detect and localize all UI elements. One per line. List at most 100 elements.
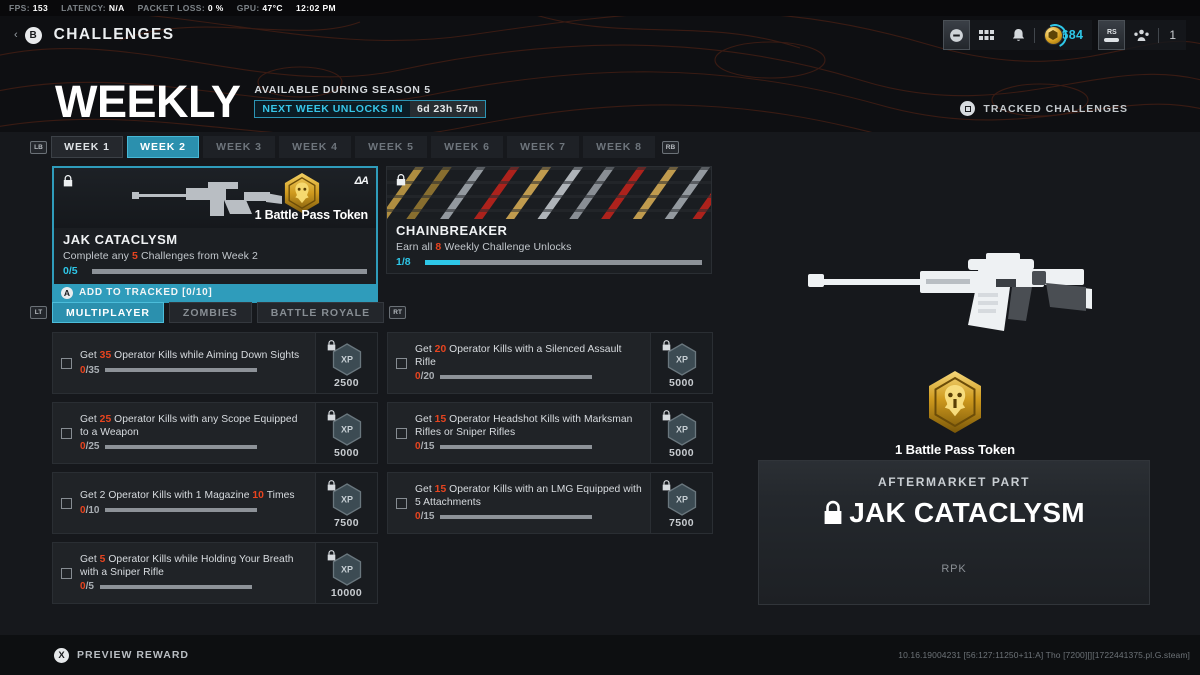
challenge-progress-text: 0/15 [415, 441, 435, 453]
lock-icon [327, 548, 336, 566]
notifications-bell-button[interactable] [1003, 20, 1034, 50]
lock-icon [327, 408, 336, 426]
challenge-row[interactable]: Get 2 Operator Kills with 1 Magazine 10 … [52, 472, 378, 534]
challenge-row[interactable]: Get 5 Operator Kills while Holding Your … [52, 542, 378, 604]
preview-reward-button[interactable]: X PREVIEW REWARD [0, 647, 189, 663]
apps-grid-button[interactable] [970, 20, 1003, 50]
battle-pass-token-large-icon [929, 371, 981, 433]
performance-bar: FPS: 153 LATENCY: N/A PACKET LOSS: 0 % G… [0, 0, 1200, 16]
left-bumper-icon: LB [30, 140, 47, 154]
clock: 12:02 PM [295, 3, 337, 13]
add-to-tracked-label: ADD TO TRACKED [0/10] [79, 287, 213, 298]
reward-card-progress: 1/8 [396, 256, 702, 268]
xp-badge-icon: XP [667, 343, 696, 376]
reward-card-chainbreaker[interactable]: CHAINBREAKER Earn all 8 Weekly Challenge… [386, 166, 712, 274]
tab-multiplayer[interactable]: MULTIPLAYER [52, 302, 164, 323]
aftermarket-part-logo: ΔA [354, 175, 369, 187]
tab-week-6[interactable]: WEEK 6 [431, 136, 503, 158]
week-tab-bar: LB WEEK 1 WEEK 2 WEEK 3 WEEK 4 WEEK 5 WE… [0, 136, 760, 158]
challenge-text: Get 15 Operator Headshot Kills with Mark… [415, 413, 633, 438]
button-a-icon: A [61, 286, 73, 299]
right-bumper-icon: RB [662, 140, 679, 154]
top-icon-panel: 684 [969, 20, 1093, 51]
party-count: 1 [1169, 28, 1176, 42]
reward-name: JAK CATACLYSM [849, 497, 1085, 528]
challenge-checkbox[interactable] [61, 497, 72, 509]
challenge-reward: XP 7500 [650, 473, 712, 533]
rs-label: RS [1106, 28, 1117, 36]
challenge-list: Get 35 Operator Kills while Aiming Down … [52, 332, 717, 604]
reward-card-row: ΔA 1 Battle Pass Token JAK CATACLYSM Com… [52, 166, 712, 303]
lock-icon [63, 175, 73, 187]
challenge-checkbox[interactable] [396, 357, 407, 369]
reward-card-description: Complete any 5 Challenges from Week 2 [63, 250, 258, 262]
challenge-row[interactable]: Get 20 Operator Kills with a Silenced As… [387, 332, 713, 394]
rs-bar-icon [1104, 37, 1120, 42]
page-title: CHALLENGES [53, 26, 175, 43]
weapon-render [808, 253, 1092, 331]
tab-week-2[interactable]: WEEK 2 [127, 136, 199, 158]
card-artwork [387, 167, 711, 219]
build-version-text: 10.16.19004231 [56:127:11250+11:A] Tho [… [898, 650, 1190, 660]
reward-card-name: CHAINBREAKER [396, 223, 508, 238]
battle-pass-button[interactable] [942, 20, 970, 50]
tab-week-5[interactable]: WEEK 5 [355, 136, 427, 158]
xp-badge-icon: XP [332, 483, 361, 516]
progress-bar [425, 259, 702, 265]
mode-tab-bar: LT MULTIPLAYER ZOMBIES BATTLE ROYALE RT [0, 302, 420, 323]
next-unlock-pill: NEXT WEEK UNLOCKS IN 6d 23h 57m [254, 100, 487, 118]
tab-zombies[interactable]: ZOMBIES [168, 302, 252, 323]
lock-icon [662, 478, 671, 496]
lock-icon [824, 500, 842, 524]
xp-amount: 10000 [330, 587, 363, 599]
party-panel: 1 [1125, 20, 1186, 50]
tab-week-4[interactable]: WEEK 4 [279, 136, 351, 158]
challenge-checkbox[interactable] [396, 497, 407, 509]
back-button[interactable]: ‹ B CHALLENGES [0, 26, 174, 44]
xp-amount: 5000 [669, 377, 694, 389]
currency-display[interactable]: 684 [1035, 20, 1093, 51]
battle-pass-token-label: 1 Battle Pass Token [254, 208, 369, 222]
challenge-progress-text: 0/15 [415, 511, 435, 523]
tab-week-1[interactable]: WEEK 1 [51, 136, 123, 158]
challenge-text: Get 25 Operator Kills with any Scope Equ… [80, 413, 298, 438]
challenge-checkbox[interactable] [396, 427, 407, 439]
xp-badge-icon: XP [332, 553, 361, 586]
progress-fraction: 1/8 [396, 256, 411, 268]
challenge-checkbox[interactable] [61, 357, 72, 369]
xp-amount: 2500 [334, 377, 359, 389]
svg-text:XP: XP [340, 425, 352, 435]
tab-week-7[interactable]: WEEK 7 [507, 136, 579, 158]
rs-stick-button[interactable]: RS [1098, 20, 1126, 50]
add-to-tracked-button[interactable]: A ADD TO TRACKED [0/10] [54, 284, 376, 301]
tab-battle-royale[interactable]: BATTLE ROYALE [256, 302, 385, 323]
party-button[interactable] [1125, 20, 1158, 50]
challenge-row[interactable]: Get 15 Operator Headshot Kills with Mark… [387, 402, 713, 464]
lock-icon [327, 338, 336, 356]
gpu-stat: GPU: 47°C [236, 3, 283, 13]
challenge-text: Get 20 Operator Kills with a Silenced As… [415, 343, 622, 368]
challenge-progress-text: 0/5 [80, 581, 94, 593]
progress-fraction: 0/5 [63, 265, 78, 277]
challenge-progress-text: 0/35 [80, 364, 100, 376]
tracked-challenges-button[interactable]: TRACKED CHALLENGES [960, 101, 1128, 122]
challenge-row[interactable]: Get 25 Operator Kills with any Scope Equ… [52, 402, 378, 464]
challenge-checkbox[interactable] [61, 427, 72, 439]
tab-week-3[interactable]: WEEK 3 [203, 136, 275, 158]
challenge-progress-text: 0/25 [80, 441, 100, 453]
challenges-screen: FPS: 153 LATENCY: N/A PACKET LOSS: 0 % G… [0, 0, 1200, 675]
challenge-row[interactable]: Get 35 Operator Kills while Aiming Down … [52, 332, 378, 394]
challenge-checkbox[interactable] [61, 567, 72, 579]
challenge-text: Get 5 Operator Kills while Holding Your … [80, 553, 294, 578]
reward-card-jak-cataclysm[interactable]: ΔA 1 Battle Pass Token JAK CATACLYSM Com… [52, 166, 378, 303]
challenge-progress-bar [105, 444, 258, 449]
tab-week-8[interactable]: WEEK 8 [583, 136, 655, 158]
season-availability: AVAILABLE DURING SEASON 5 [254, 84, 431, 96]
xp-amount: 7500 [669, 517, 694, 529]
challenge-progress-bar [440, 514, 593, 519]
challenge-text: Get 15 Operator Kills with an LMG Equipp… [415, 483, 642, 508]
lock-icon [662, 338, 671, 356]
challenge-reward: XP 7500 [315, 473, 377, 533]
next-unlock-timer: 6d 23h 57m [410, 101, 486, 117]
challenge-row[interactable]: Get 15 Operator Kills with an LMG Equipp… [387, 472, 713, 534]
